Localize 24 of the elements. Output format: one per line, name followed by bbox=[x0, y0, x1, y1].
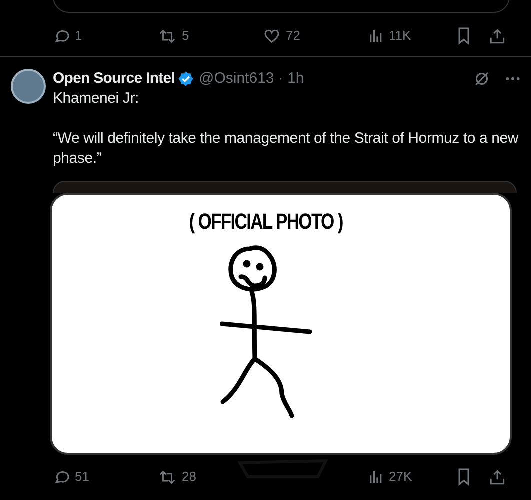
repost-count: 5 bbox=[182, 27, 190, 46]
repost-icon[interactable] bbox=[158, 468, 177, 486]
like-count: 72 bbox=[286, 27, 300, 46]
heart-icon[interactable] bbox=[263, 28, 281, 44]
avatar[interactable] bbox=[11, 69, 46, 104]
views-icon[interactable] bbox=[368, 469, 384, 485]
share-icon[interactable] bbox=[489, 28, 506, 44]
repost-icon[interactable] bbox=[158, 28, 177, 44]
reply-icon[interactable] bbox=[53, 468, 70, 486]
bookmark-icon[interactable] bbox=[456, 27, 472, 45]
bookmark-icon[interactable] bbox=[456, 468, 472, 486]
share-icon[interactable] bbox=[489, 468, 506, 486]
views-icon[interactable] bbox=[368, 28, 384, 44]
photo-caption: ( OFFICIAL PHOTO ) bbox=[189, 208, 343, 236]
reply-icon[interactable] bbox=[53, 28, 70, 44]
post-text: “We will definitely take the management of the Strait of Hormuz to a new phase.” bbox=[53, 129, 520, 169]
author-name[interactable]: Open Source Intel bbox=[53, 68, 175, 90]
post-text: Khamenei Jr: bbox=[53, 89, 140, 109]
reply-count: 1 bbox=[75, 27, 82, 46]
reply-count: 51 bbox=[75, 468, 90, 486]
author-handle: @Osint613 · 1h bbox=[198, 68, 304, 89]
view-count: 11K bbox=[389, 27, 412, 46]
view-count: 27K bbox=[389, 468, 412, 486]
repost-count: 28 bbox=[182, 468, 196, 486]
